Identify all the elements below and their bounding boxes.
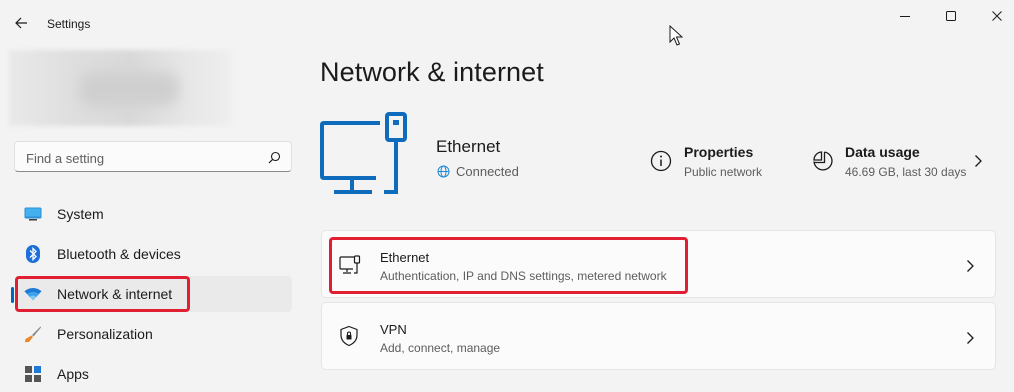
pie-chart-icon xyxy=(813,151,833,171)
sidebar-item-personalization[interactable]: Personalization xyxy=(16,316,292,352)
info-icon xyxy=(650,150,672,172)
bluetooth-icon xyxy=(24,245,42,263)
apps-icon xyxy=(24,365,42,383)
data-usage-link[interactable]: Data usage 46.69 GB, last 30 days xyxy=(810,141,1000,183)
chevron-right-icon xyxy=(967,332,974,344)
close-icon xyxy=(992,11,1002,21)
mouse-cursor-icon xyxy=(669,25,683,46)
minimize-icon xyxy=(900,16,910,17)
sidebar-item-bluetooth-devices[interactable]: Bluetooth & devices xyxy=(16,236,292,272)
sidebar-item-label: Personalization xyxy=(57,326,153,342)
paintbrush-icon xyxy=(24,325,42,343)
chevron-right-icon xyxy=(967,260,974,272)
maximize-button[interactable] xyxy=(928,4,974,28)
sidebar-item-label: Bluetooth & devices xyxy=(57,246,181,262)
properties-subtitle: Public network xyxy=(684,165,763,179)
back-button[interactable] xyxy=(10,12,32,34)
connection-status: Connected xyxy=(456,164,519,179)
minimize-button[interactable] xyxy=(882,4,928,28)
title-bar: Settings xyxy=(0,0,1014,34)
app-title: Settings xyxy=(47,17,91,31)
vpn-card-subtitle: Add, connect, manage xyxy=(380,341,501,355)
connection-name: Ethernet xyxy=(436,137,501,156)
highlight-box-network xyxy=(15,276,190,312)
sidebar-item-label: System xyxy=(57,206,104,222)
vpn-card-title: VPN xyxy=(380,322,407,337)
search-input[interactable] xyxy=(24,147,268,169)
page-title: Network & internet xyxy=(320,57,544,87)
maximize-icon xyxy=(946,11,956,21)
close-button[interactable] xyxy=(974,4,1014,28)
data-usage-title: Data usage xyxy=(845,144,920,160)
sidebar-item-apps[interactable]: Apps xyxy=(16,356,292,392)
search-box[interactable] xyxy=(14,141,292,172)
sidebar-item-system[interactable]: System xyxy=(16,196,292,232)
user-profile-blurred[interactable] xyxy=(9,50,231,126)
back-arrow-icon xyxy=(15,17,27,29)
highlight-box-ethernet xyxy=(329,237,688,294)
properties-title: Properties xyxy=(684,144,754,160)
chevron-right-icon[interactable] xyxy=(973,154,983,168)
vpn-settings-card[interactable]: VPN Add, connect, manage xyxy=(321,302,996,370)
search-icon[interactable] xyxy=(268,151,281,164)
globe-icon xyxy=(437,165,450,178)
sidebar-item-label: Apps xyxy=(57,366,89,382)
ethernet-pc-graphic xyxy=(320,112,407,194)
selected-indicator xyxy=(11,287,14,303)
data-usage-subtitle: 46.69 GB, last 30 days xyxy=(845,165,967,179)
shield-icon xyxy=(340,325,358,347)
properties-link[interactable]: Properties Public network xyxy=(650,141,800,183)
monitor-icon xyxy=(24,205,42,223)
